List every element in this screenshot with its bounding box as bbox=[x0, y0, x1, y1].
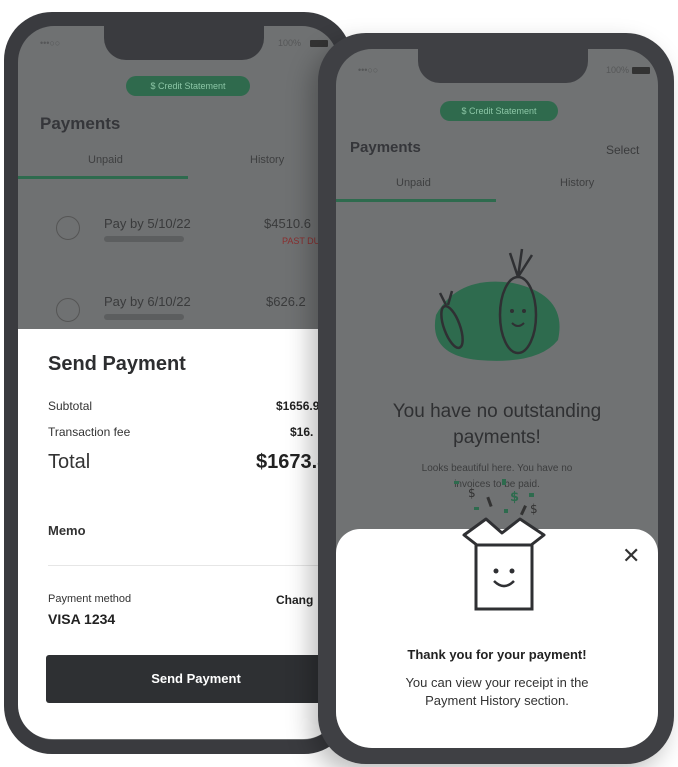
tab-unpaid[interactable]: Unpaid bbox=[88, 154, 123, 166]
row-subtext-placeholder bbox=[104, 236, 184, 242]
amount: $626.2 bbox=[266, 294, 306, 309]
credit-statement-pill[interactable]: $ Credit Statement bbox=[126, 76, 250, 96]
payment-method-label: Payment method bbox=[48, 593, 132, 605]
list-item[interactable]: Pay by 5/10/22 $4510.6 PAST DU bbox=[18, 202, 338, 272]
select-button[interactable]: Select bbox=[606, 143, 639, 157]
notch bbox=[104, 26, 264, 60]
tab-underline bbox=[18, 176, 188, 179]
tab-history[interactable]: History bbox=[250, 154, 284, 166]
memo-label: Memo bbox=[48, 523, 86, 538]
svg-text:$: $ bbox=[468, 486, 476, 500]
battery-percent: 100% bbox=[278, 38, 302, 48]
carrot-illustration bbox=[434, 248, 560, 361]
modal-line1: You can view your receipt in the bbox=[405, 675, 589, 690]
modal-line2: Payment History section. bbox=[425, 693, 569, 708]
tabs-right: Unpaid History bbox=[336, 177, 658, 205]
signal-status: •••○○ bbox=[358, 65, 379, 75]
credit-statement-pill[interactable]: $ Credit Statement bbox=[440, 101, 558, 121]
subtotal-label: Subtotal bbox=[48, 399, 93, 413]
tabs-left: Unpaid History bbox=[18, 154, 338, 182]
fee-value: $16. bbox=[290, 425, 314, 439]
send-payment-sheet: Send Payment Subtotal $1656.9 Transactio… bbox=[18, 329, 346, 739]
checkbox-icon[interactable] bbox=[56, 216, 80, 240]
total-label: Total bbox=[48, 451, 91, 473]
change-method-link[interactable]: Chang bbox=[276, 593, 313, 607]
page-title: Payments bbox=[350, 139, 421, 156]
past-due-badge: PAST DU bbox=[282, 236, 321, 246]
send-payment-button[interactable]: Send Payment bbox=[46, 655, 346, 703]
tab-underline bbox=[336, 199, 496, 202]
amount: $4510.6 bbox=[264, 216, 311, 231]
empty-subtext-line1: Looks beautiful here. You have no bbox=[421, 463, 573, 474]
row-subtext-placeholder bbox=[104, 314, 184, 320]
battery-icon bbox=[632, 67, 650, 74]
due-date: Pay by 6/10/22 bbox=[104, 294, 191, 309]
subtotal-value: $1656.9 bbox=[276, 399, 320, 413]
empty-heading-line1: You have no outstanding bbox=[392, 401, 602, 422]
signal-status: •••○○ bbox=[40, 38, 61, 48]
svg-text:$: $ bbox=[510, 490, 519, 505]
notch bbox=[418, 49, 588, 83]
svg-text:$: $ bbox=[530, 502, 538, 516]
battery-percent: 100% bbox=[606, 65, 630, 75]
page-title: Payments bbox=[40, 114, 121, 133]
payment-method-value: VISA 1234 bbox=[48, 611, 116, 627]
tab-unpaid[interactable]: Unpaid bbox=[396, 177, 431, 189]
modal-heading: Thank you for your payment! bbox=[407, 647, 587, 662]
payment-success-modal: ✕ $ $ $ Thank you for your payment! You … bbox=[336, 479, 658, 748]
memo-field[interactable] bbox=[48, 565, 338, 566]
phone-frame-right: •••○○ 100% $ Credit Statement Payments S… bbox=[318, 33, 674, 764]
due-date: Pay by 5/10/22 bbox=[104, 216, 191, 231]
sheet-title: Send Payment bbox=[48, 353, 186, 375]
gift-box-icon: $ $ $ bbox=[454, 479, 546, 611]
close-icon[interactable]: ✕ bbox=[622, 545, 640, 567]
battery-icon bbox=[310, 40, 328, 47]
phone-frame-left: •••○○ 100% $ Credit Statement Payments U… bbox=[4, 12, 352, 754]
checkbox-icon[interactable] bbox=[56, 298, 80, 322]
tab-history[interactable]: History bbox=[560, 177, 594, 189]
fee-label: Transaction fee bbox=[48, 425, 131, 439]
empty-heading-line2: payments! bbox=[453, 427, 541, 448]
